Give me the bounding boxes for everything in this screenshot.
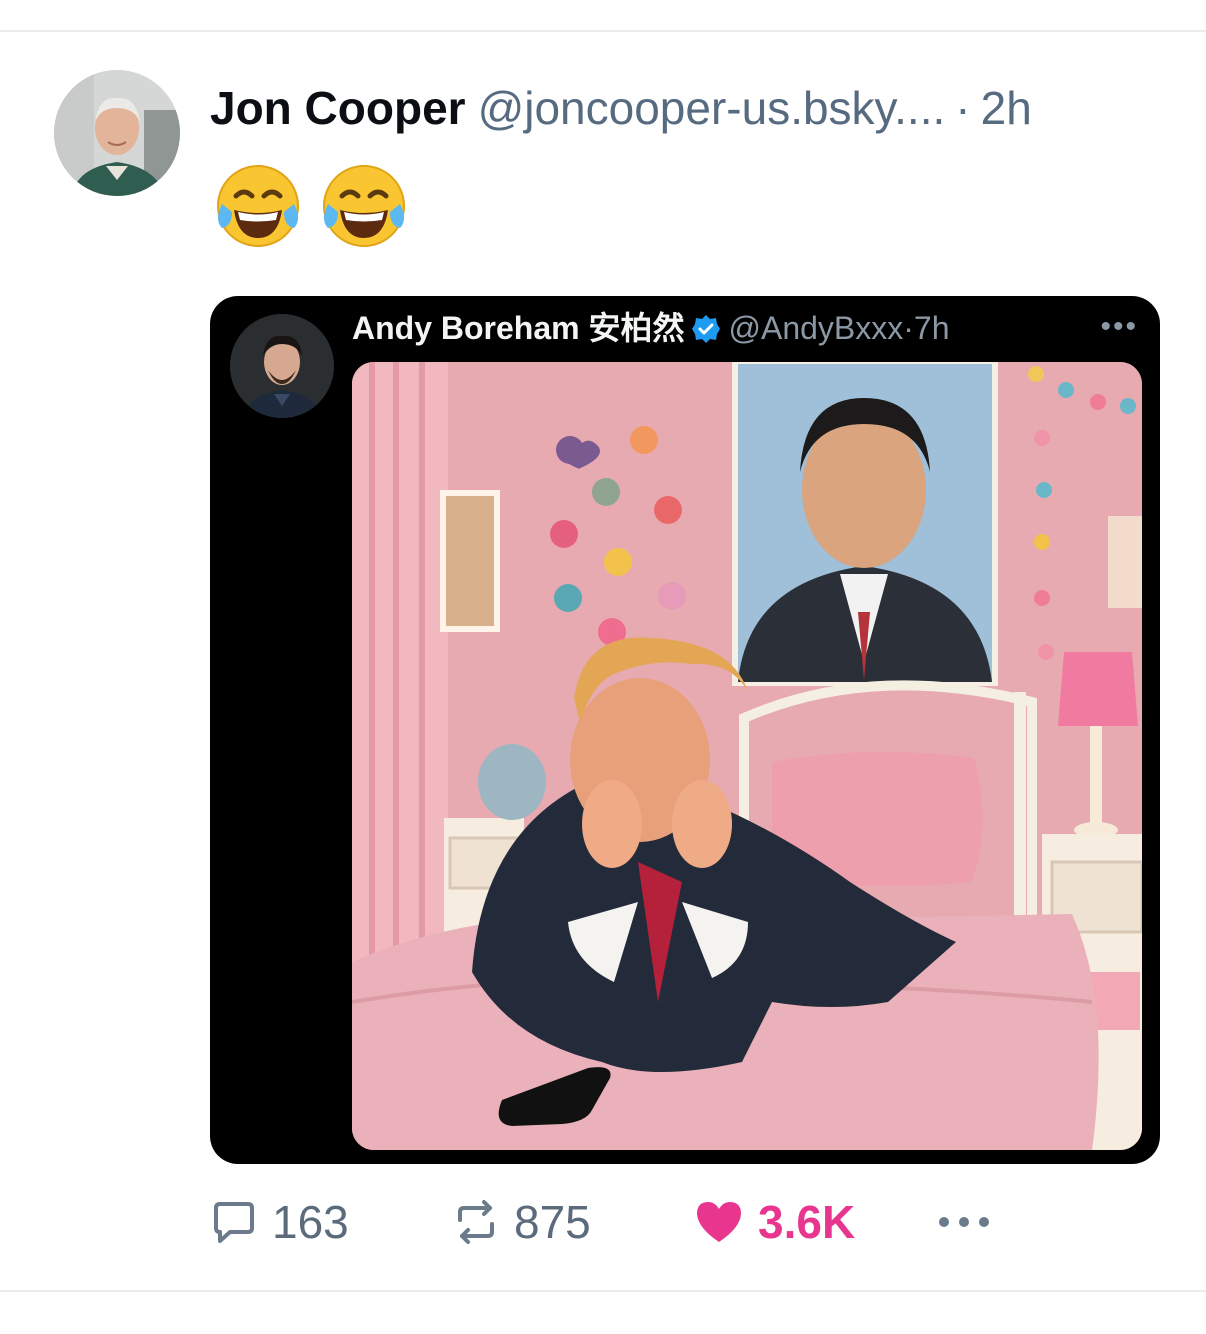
embed-timestamp: 7h: [913, 310, 950, 346]
author-name[interactable]: Jon Cooper: [210, 82, 466, 134]
embed-author-name: Andy Boreham 安柏然: [352, 310, 685, 346]
reply-count: 163: [272, 1196, 349, 1248]
reply-bubble-icon: [214, 1202, 254, 1243]
post-actions: 163 875 3.6K: [210, 1190, 1010, 1254]
top-divider: [0, 30, 1206, 32]
repost-icon: [458, 1200, 494, 1244]
bottom-divider: [0, 1290, 1206, 1292]
embed-more-icon: •••: [1100, 310, 1138, 343]
heart-icon: [697, 1202, 741, 1242]
face-with-tears-of-joy-icon: [217, 165, 299, 247]
post-header: Jon Cooper @joncooper-us.bsky.... · 2h: [210, 80, 1032, 136]
embed-image: [352, 362, 1142, 1150]
verified-badge-icon: [691, 315, 720, 343]
embed-author-handle: @AndyBxxx: [728, 310, 904, 346]
repost-button[interactable]: 875: [452, 1190, 591, 1254]
like-button[interactable]: 3.6K: [694, 1190, 855, 1254]
author-handle[interactable]: @joncooper-us.bsky....: [478, 82, 946, 134]
ellipsis-icon: [939, 1217, 989, 1227]
embedded-screenshot[interactable]: Andy Boreham 安柏然 @AndyBxxx·7h •••: [210, 296, 1160, 1164]
repost-count: 875: [514, 1196, 591, 1248]
separator-dot: ·: [955, 82, 971, 134]
post-timestamp[interactable]: 2h: [981, 82, 1032, 134]
embed-author-avatar: [230, 314, 334, 418]
face-with-tears-of-joy-icon: [323, 165, 405, 247]
author-avatar[interactable]: [54, 70, 180, 196]
reply-button[interactable]: 163: [210, 1190, 349, 1254]
embed-avatar-photo: [230, 314, 334, 418]
avatar-photo: [54, 70, 180, 196]
more-options-button[interactable]: [936, 1190, 992, 1254]
post-text: [212, 160, 410, 252]
bedroom-illustration: [352, 362, 1142, 1150]
like-count: 3.6K: [758, 1196, 856, 1248]
embed-separator: ·: [903, 310, 914, 346]
embed-header: Andy Boreham 安柏然 @AndyBxxx·7h: [352, 308, 950, 348]
